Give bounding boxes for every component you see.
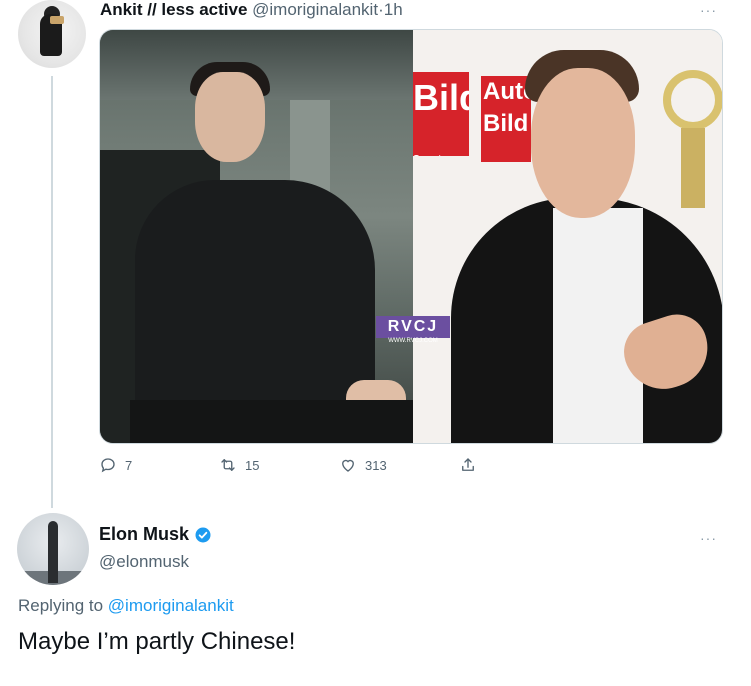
more-options-icon[interactable]: ··· [700, 530, 717, 546]
rvcj-logo-subtext: WWW.RVCJ.COM [388, 338, 438, 344]
bild-sign: Bild Sonntag [413, 72, 469, 156]
camera-icon [50, 16, 64, 24]
auto-bild-sign: Auto Bild [481, 76, 538, 162]
replying-to-mention[interactable]: @imoriginalankit [108, 596, 234, 615]
reply-author-name[interactable]: Elon Musk [99, 524, 189, 545]
photo-face [195, 72, 265, 162]
author-handle[interactable]: @imoriginalankit [252, 0, 378, 19]
tweet-header: Ankit // less active @imoriginalankit·1h [100, 0, 403, 20]
like-button[interactable]: 313 [339, 456, 387, 474]
photo-shirt [553, 208, 643, 443]
reply-button[interactable]: 7 [99, 456, 132, 474]
reply-tweet-text: Maybe I’m partly Chinese! [18, 628, 296, 655]
media-image-right[interactable]: Bild Sonntag Auto Bild [413, 30, 722, 443]
retweet-button[interactable]: 15 [219, 456, 259, 474]
like-count: 313 [365, 457, 387, 473]
media-image-left[interactable] [100, 30, 413, 443]
bild-sign-subtext: Sonntag [413, 134, 453, 156]
reply-author: Elon Musk [99, 524, 212, 545]
share-button[interactable] [459, 456, 477, 474]
author-name[interactable]: Ankit // less active [100, 0, 247, 19]
avatar-ankit[interactable] [18, 0, 86, 68]
photo-face [531, 68, 635, 218]
more-options-icon[interactable]: ··· [700, 2, 717, 18]
trophy-stem [681, 128, 705, 208]
photo-car-door [130, 400, 413, 443]
reply-author-handle[interactable]: @elonmusk [99, 552, 189, 572]
share-icon [462, 458, 474, 471]
heart-icon [342, 459, 354, 472]
rvcj-logo-text: RVCJ [376, 316, 450, 338]
rocket-icon [48, 521, 58, 583]
avatar-elon-musk[interactable] [17, 513, 89, 585]
reply-count: 7 [125, 457, 133, 473]
tweet-time[interactable]: 1h [384, 0, 403, 19]
thread-connector-line [51, 76, 53, 508]
reply-icon [101, 458, 115, 473]
bild-sign-text: Bild [413, 77, 469, 118]
replying-to-prefix: Replying to [18, 596, 104, 615]
replying-to-line: Replying to @imoriginalankit [18, 596, 234, 616]
tweet-media[interactable]: Bild Sonntag Auto Bild RVCJ WWW.RVCJ.COM [99, 29, 723, 444]
trophy-wheel [663, 70, 722, 130]
verified-badge-icon [194, 526, 212, 544]
steering-wheel-trophy [659, 70, 722, 210]
retweet-icon [221, 459, 235, 471]
retweet-count: 15 [245, 457, 260, 473]
